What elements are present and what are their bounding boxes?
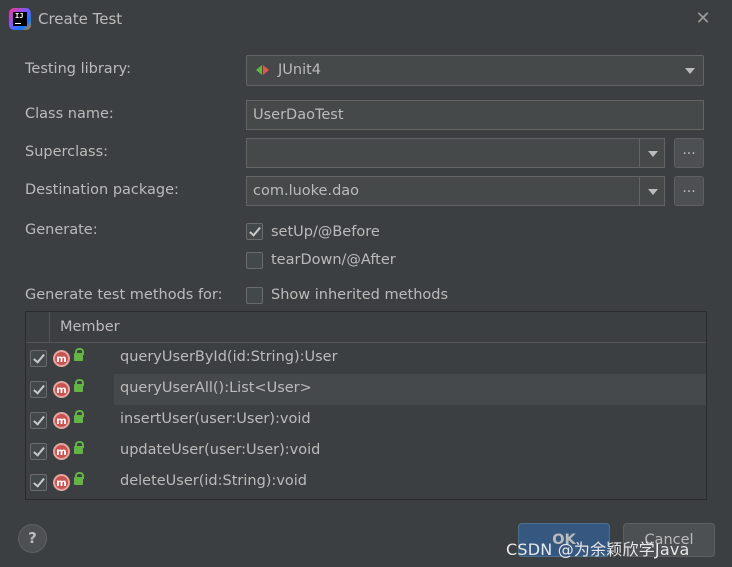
intellij-app-icon: IJ [9,8,31,30]
app-icon-text: IJ [15,12,24,20]
show-inherited-label: Show inherited methods [271,287,449,303]
table-row[interactable]: m queryUserById(id:String):User [26,343,706,374]
method-icon: m [53,412,70,429]
unlock-icon [74,441,84,454]
setup-before-checkbox[interactable] [246,223,263,240]
row-checkbox[interactable] [30,474,47,491]
method-icon: m [53,443,70,460]
table-row[interactable]: m updateUser(user:User):void [26,436,706,467]
class-name-value: UserDaoTest [253,107,344,123]
class-name-input[interactable]: UserDaoTest [246,100,704,130]
superclass-combo[interactable] [246,138,665,168]
unlock-icon [74,379,84,392]
select-column-header[interactable] [26,312,50,342]
testing-library-value: JUnit4 [278,62,322,78]
table-row[interactable]: m queryUserAll():List<User> [26,374,706,405]
generate-methods-for-label: Generate test methods for: [25,287,223,303]
unlock-icon [74,472,84,485]
testing-library-select[interactable]: JUnit4 [246,55,704,86]
help-button[interactable]: ? [18,524,47,553]
generate-label: Generate: [25,222,98,238]
member-name: deleteUser(id:String):void [120,473,308,489]
destination-package-combo[interactable]: com.luoke.dao [246,176,665,206]
close-icon[interactable]: ✕ [692,8,714,30]
row-checkbox[interactable] [30,412,47,429]
member-name: updateUser(user:User):void [120,442,321,458]
teardown-after-checkbox[interactable] [246,252,263,269]
title-bar: IJ Create Test ✕ [0,0,732,38]
superclass-browse-button[interactable]: ... [674,138,704,168]
row-checkbox[interactable] [30,381,47,398]
chevron-down-icon[interactable] [677,56,703,84]
table-header: Member [26,312,706,343]
dialog-title: Create Test [38,10,123,28]
table-row[interactable]: m deleteUser(id:String):void [26,467,706,498]
destination-package-label: Destination package: [25,182,179,198]
members-table: Member m queryUserById(id:String):User m… [25,311,707,500]
member-name: queryUserAll():List<User> [120,380,312,396]
superclass-label: Superclass: [25,144,109,160]
testing-library-label: Testing library: [25,61,132,77]
class-name-label: Class name: [25,106,114,122]
show-inherited-checkbox[interactable] [246,287,263,304]
chevron-down-icon[interactable] [639,139,665,167]
row-checkbox[interactable] [30,443,47,460]
setup-before-label: setUp/@Before [271,224,380,240]
method-icon: m [53,350,70,367]
chevron-down-icon[interactable] [639,177,665,205]
row-checkbox[interactable] [30,350,47,367]
method-icon: m [53,474,70,491]
method-icon: m [53,381,70,398]
teardown-after-label: tearDown/@After [271,252,396,268]
member-column-header[interactable]: Member [60,319,120,335]
unlock-icon [74,348,84,361]
watermark: CSDN @为余颖欣学Java [506,540,690,559]
member-name: insertUser(user:User):void [120,411,311,427]
member-name: queryUserById(id:String):User [120,349,338,365]
junit-icon [256,64,270,76]
destination-package-value: com.luoke.dao [253,183,360,199]
table-row[interactable]: m insertUser(user:User):void [26,405,706,436]
unlock-icon [74,410,84,423]
destination-package-browse-button[interactable]: ... [674,176,704,206]
